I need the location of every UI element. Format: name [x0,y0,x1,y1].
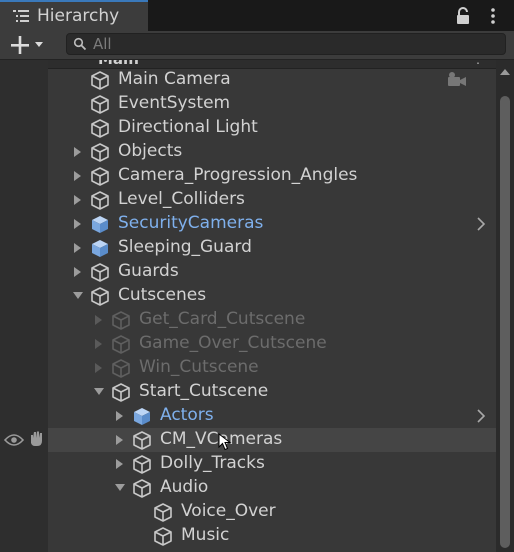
eye-icon[interactable] [4,433,24,447]
scrollbar-thumb[interactable] [500,96,510,548]
search-input[interactable] [93,34,493,54]
tree-row-label: Actors [160,405,214,425]
lock-icon[interactable] [455,7,471,25]
hierarchy-panel: Hierarchy Main ⋮ [0,0,514,552]
tree-row-label: Level_Colliders [118,189,245,209]
collapsed-arrow-icon[interactable] [94,315,104,325]
gameobject-icon [133,431,151,450]
gameobject-icon [154,527,172,546]
gameobject-icon [154,503,172,522]
hierarchy-tree: Main ⋮ Main Camera EventSystem Directional… [48,60,496,552]
gameobject-icon [91,191,109,210]
tree-row-label: Win_Cutscene [139,357,259,377]
collapsed-arrow-icon[interactable] [73,147,83,157]
tree-row[interactable]: Guards [48,260,496,284]
tree-row-label: Game_Over_Cutscene [139,333,327,353]
gameobject-icon [112,359,130,378]
tree-row-label: Directional Light [118,117,258,137]
tree-row-label: Main Camera [118,69,231,89]
hierarchy-icon [13,10,29,22]
collapsed-arrow-icon[interactable] [94,363,104,373]
prefab-icon [92,240,108,257]
gameobject-icon [91,119,109,138]
scene-menu-icon[interactable]: ⋮ [472,60,484,66]
expanded-arrow-icon[interactable] [73,291,83,301]
scene-name: Main [98,60,139,68]
tree-row[interactable]: CM_VCameras [48,428,496,452]
mouse-pointer-icon [218,433,232,451]
gameobject-icon [112,335,130,354]
collapsed-arrow-icon[interactable] [94,339,104,349]
tree-row-label: Sleeping_Guard [118,237,252,257]
tree-row[interactable]: Sleeping_Guard [48,236,496,260]
tree-row[interactable]: Cutscenes [48,284,496,308]
tree-row[interactable]: Level_Colliders [48,188,496,212]
tree-row-label: Start_Cutscene [139,381,269,401]
tree-row[interactable]: Get_Card_Cutscene [48,308,496,332]
collapsed-arrow-icon[interactable] [115,411,125,421]
search-field[interactable] [66,33,506,55]
tree-row[interactable]: Game_Over_Cutscene [48,332,496,356]
tree-row[interactable]: Start_Cutscene [48,380,496,404]
tree-row-label: Objects [118,141,183,161]
tab-hierarchy[interactable]: Hierarchy [0,0,148,31]
tree-row[interactable]: Audio [48,476,496,500]
gameobject-icon [112,383,130,402]
tree-row-label: Music [181,525,230,545]
tree-row-label: Voice_Over [181,501,276,521]
scroll-up-icon[interactable] [500,68,510,76]
gameobject-icon [133,479,151,498]
gameobject-icon [91,167,109,186]
gameobject-icon [91,71,109,90]
tree-row-label: Audio [160,477,209,497]
collapsed-arrow-icon[interactable] [73,195,83,205]
gameobject-icon [91,287,109,306]
tab-title: Hierarchy [37,6,120,26]
collapsed-arrow-icon[interactable] [73,243,83,253]
expanded-arrow-icon[interactable] [94,387,104,397]
gameobject-icon [112,311,130,330]
tree-row-label: SecurityCameras [118,213,264,233]
kebab-menu-icon[interactable] [488,6,498,26]
collapsed-arrow-icon[interactable] [115,459,125,469]
prefab-open-chevron-icon[interactable] [476,409,486,423]
tree-row[interactable]: Directional Light [48,116,496,140]
tree-row[interactable]: Main Camera [48,68,496,92]
expanded-arrow-icon[interactable] [115,483,125,493]
add-object-dropdown-button[interactable] [8,34,50,56]
tree-row[interactable]: Actors [48,404,496,428]
tree-row-label: Cutscenes [118,285,207,305]
tree-row[interactable]: Camera_Progression_Angles [48,164,496,188]
tree-row[interactable]: Dolly_Tracks [48,452,496,476]
tree-row[interactable]: Voice_Over [48,500,496,524]
collapsed-arrow-icon[interactable] [73,171,83,181]
search-icon [73,37,87,51]
tree-row[interactable]: SecurityCameras [48,212,496,236]
tree-row[interactable]: Objects [48,140,496,164]
gameobject-icon [91,263,109,282]
tab-bar: Hierarchy [0,0,514,31]
tree-row-label: Dolly_Tracks [160,453,265,473]
vertical-scrollbar[interactable] [496,60,514,552]
scene-visibility-gutter [0,60,48,552]
prefab-open-chevron-icon[interactable] [476,217,486,231]
collapsed-arrow-icon[interactable] [73,267,83,277]
tree-row[interactable]: Music [48,524,496,548]
tree-row-label: Guards [118,261,179,281]
gameobject-icon [133,455,151,474]
collapsed-arrow-icon[interactable] [73,219,83,229]
tree-row-label: Camera_Progression_Angles [118,165,358,185]
tree-row-label: Get_Card_Cutscene [139,309,306,329]
hierarchy-toolbar [0,31,514,60]
gameobject-icon [91,143,109,162]
pickable-hand-icon[interactable] [28,430,46,448]
tree-row[interactable]: EventSystem [48,92,496,116]
tree-row-label: EventSystem [118,93,231,113]
gameobject-icon [91,95,109,114]
prefab-icon [92,216,108,233]
collapsed-arrow-icon[interactable] [115,435,125,445]
tree-row[interactable]: Win_Cutscene [48,356,496,380]
prefab-icon [134,408,150,425]
